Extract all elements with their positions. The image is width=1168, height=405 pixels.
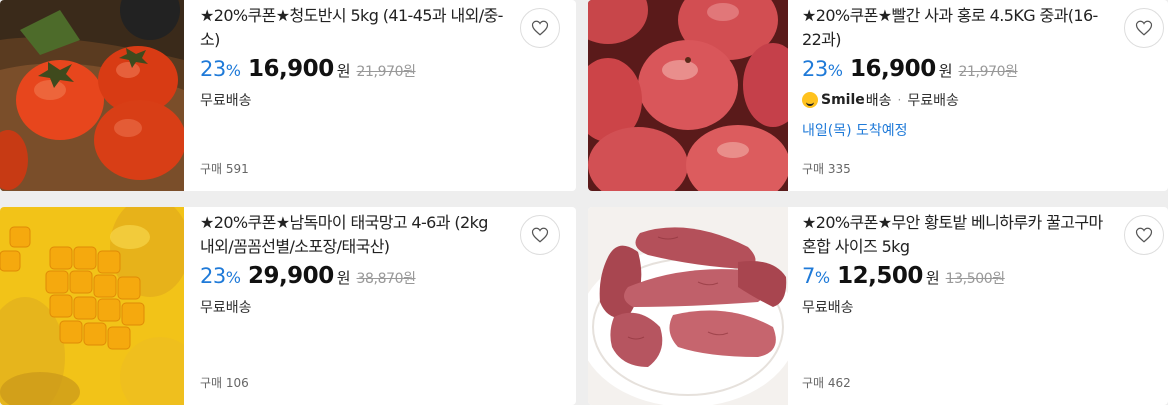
shipping-row: 무료배송 [802, 297, 1104, 317]
original-price: 13,500원 [945, 271, 1005, 287]
product-card[interactable]: ★20%쿠폰★빨간 사과 홍로 4.5KG 중과(16-22과) 23 % 16… [588, 0, 1168, 191]
price-row: 23 % 16,900 원 21,970원 [802, 56, 1104, 82]
smile-delivery-suffix: 배송 [865, 93, 892, 109]
arrival-estimate: 내일(목) 도착예정 [802, 123, 908, 139]
currency-label: 원 [938, 62, 953, 80]
product-image-sweet-potatoes[interactable] [588, 207, 788, 405]
shipping-label: 무료배송 [802, 300, 854, 316]
shipping-row: Smile 배송 · 무료배송 [802, 90, 1104, 110]
original-price: 21,970원 [958, 64, 1018, 80]
price-row: 23 % 16,900 원 21,970원 [200, 56, 512, 82]
currency-label: 원 [925, 269, 940, 287]
wishlist-button[interactable] [1124, 8, 1164, 48]
wishlist-button[interactable] [520, 215, 560, 255]
discount-percent-sign: % [225, 61, 241, 80]
heart-icon [1135, 227, 1153, 243]
product-title[interactable]: ★20%쿠폰★청도반시 5kg (41-45과 내외/중-소) [200, 4, 512, 52]
smile-brand: Smile [821, 92, 865, 108]
purchase-count: 구매 462 [802, 376, 851, 390]
discount-percent-sign: % [827, 61, 843, 80]
product-title[interactable]: ★20%쿠폰★무안 황토밭 베니하루카 꿀고구마 혼합 사이즈 5kg [802, 211, 1104, 259]
discount-percent-sign: % [814, 268, 831, 287]
shipping-label: 무료배송 [200, 93, 252, 109]
purchase-count: 구매 106 [200, 376, 249, 390]
price-row: 23 % 29,900 원 38,870원 [200, 263, 512, 289]
discount-rate: 7 [802, 264, 815, 288]
heart-icon [531, 227, 549, 243]
heart-icon [531, 20, 549, 36]
sale-price: 29,900 [247, 263, 334, 289]
purchase-count: 구매 335 [802, 162, 851, 176]
smile-delivery-badge: Smile 배송 [802, 90, 892, 110]
purchase-count: 구매 591 [200, 162, 249, 176]
shipping-label: 무료배송 [200, 300, 252, 316]
wishlist-button[interactable] [520, 8, 560, 48]
sale-price: 12,500 [837, 263, 923, 289]
product-card[interactable]: ★20%쿠폰★무안 황토밭 베니하루카 꿀고구마 혼합 사이즈 5kg 7 % … [588, 207, 1168, 405]
original-price: 38,870원 [356, 271, 416, 287]
product-image-mangoes[interactable] [0, 207, 184, 405]
sale-price: 16,900 [849, 56, 936, 82]
product-title[interactable]: ★20%쿠폰★남독마이 태국망고 4-6과 (2kg 내외/꼼꼼선별/소포장/태… [200, 211, 512, 259]
shipping-row: 무료배송 [200, 297, 512, 317]
price-row: 7 % 12,500 원 13,500원 [802, 263, 1104, 289]
product-card[interactable]: ★20%쿠폰★남독마이 태국망고 4-6과 (2kg 내외/꼼꼼선별/소포장/태… [0, 207, 576, 405]
smile-logo-icon [802, 92, 818, 108]
product-title[interactable]: ★20%쿠폰★빨간 사과 홍로 4.5KG 중과(16-22과) [802, 4, 1104, 52]
product-card[interactable]: ★20%쿠폰★청도반시 5kg (41-45과 내외/중-소) 23 % 16,… [0, 0, 576, 191]
discount-percent-sign: % [225, 268, 241, 287]
currency-label: 원 [336, 269, 351, 287]
currency-label: 원 [336, 62, 351, 80]
shipping-row: 무료배송 [200, 90, 512, 110]
sale-price: 16,900 [247, 56, 334, 82]
product-image-persimmons[interactable] [0, 0, 184, 191]
original-price: 21,970원 [356, 64, 416, 80]
product-image-apples[interactable] [588, 0, 788, 191]
discount-rate: 23 [200, 264, 226, 288]
heart-icon [1135, 20, 1153, 36]
wishlist-button[interactable] [1124, 215, 1164, 255]
discount-rate: 23 [200, 57, 226, 81]
discount-rate: 23 [802, 57, 828, 81]
separator-dot: · [897, 93, 902, 107]
shipping-label: 무료배송 [907, 93, 959, 109]
